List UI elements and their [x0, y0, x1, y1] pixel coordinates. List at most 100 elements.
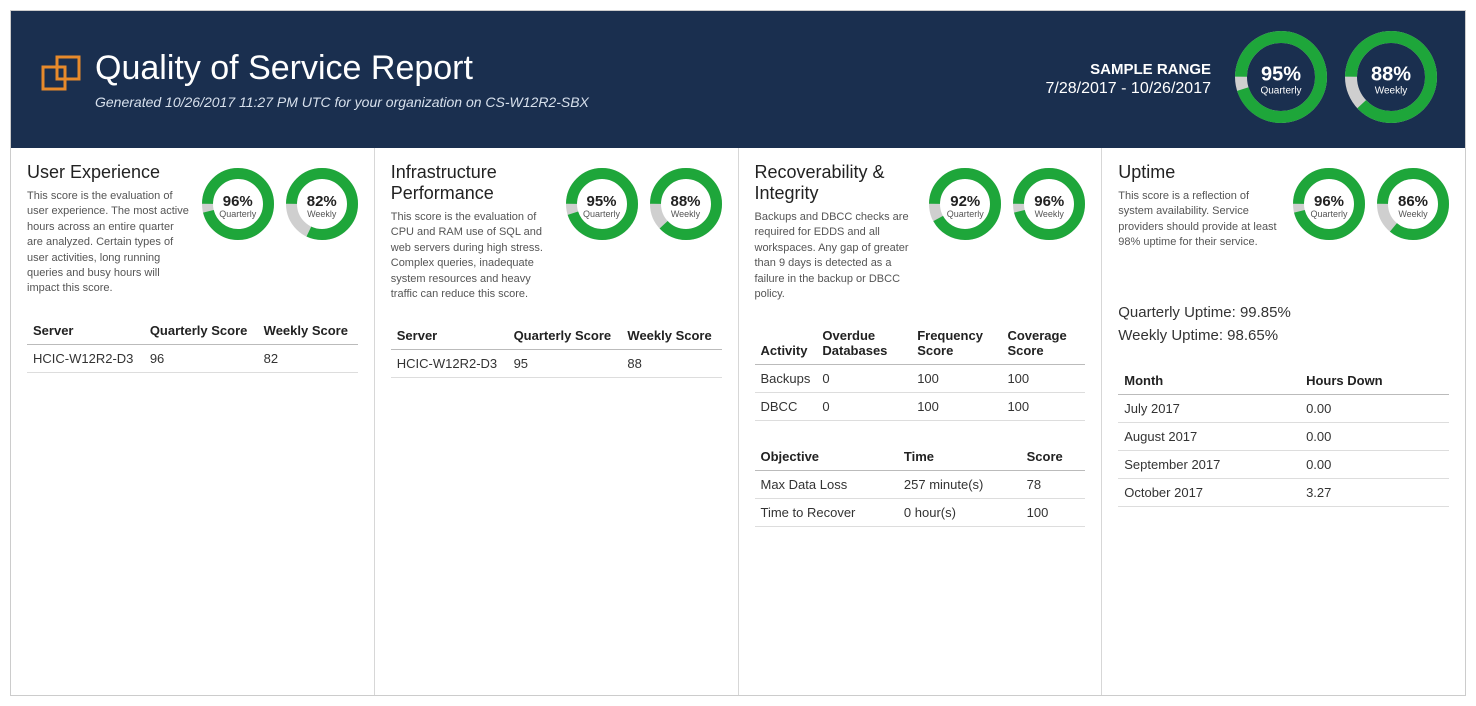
table-row: Max Data Loss 257 minute(s) 78 — [755, 471, 1086, 499]
header-quarterly-donut: 95% Quarterly — [1235, 31, 1327, 128]
donut-pct: 96% — [202, 193, 274, 210]
section-title: Uptime — [1118, 162, 1283, 183]
cell: 100 — [1001, 393, 1085, 421]
cell-quarterly: 96 — [144, 344, 258, 372]
table-row: DBCC 0 100 100 — [755, 393, 1086, 421]
cell: 3.27 — [1300, 479, 1449, 507]
table-row: HCIC-W12R2-D3 95 88 — [391, 350, 722, 378]
table-row: Backups 0 100 100 — [755, 365, 1086, 393]
section-title: Infrastructure Performance — [391, 162, 556, 204]
th-overdue: Overdue Databases — [816, 322, 911, 365]
uptime-summary: Quarterly Uptime: 99.85% Weekly Uptime: … — [1118, 302, 1449, 347]
logo-icon — [39, 53, 83, 97]
donut-pct: 88% — [1345, 63, 1437, 85]
report-body: User Experience This score is the evalua… — [11, 148, 1465, 695]
activity-table: Activity Overdue Databases Frequency Sco… — [755, 322, 1086, 421]
cell: 257 minute(s) — [898, 471, 1021, 499]
th-quarterly: Quarterly Score — [508, 322, 622, 350]
donut-pct: 82% — [286, 193, 358, 210]
table-row: September 20170.00 — [1118, 451, 1449, 479]
section-title: User Experience — [27, 162, 192, 183]
cell: 0.00 — [1300, 451, 1449, 479]
cell-server: HCIC-W12R2-D3 — [27, 344, 144, 372]
header-right: SAMPLE RANGE 7/28/2017 - 10/26/2017 95% … — [1046, 31, 1437, 128]
section-desc: This score is a reflection of system ava… — [1118, 189, 1283, 251]
donut-period: Weekly — [1345, 85, 1437, 96]
uptime-weekly-donut: 86%Weekly — [1377, 168, 1449, 245]
cell: 0 — [816, 393, 911, 421]
section-user-experience: User Experience This score is the evalua… — [11, 148, 375, 695]
sample-range-label: SAMPLE RANGE — [1046, 61, 1211, 78]
donut-period: Weekly — [1377, 210, 1449, 220]
infra-quarterly-donut: 95%Quarterly — [566, 168, 638, 245]
table-row: HCIC-W12R2-D3 96 82 — [27, 344, 358, 372]
section-uptime: Uptime This score is a reflection of sys… — [1102, 148, 1465, 695]
cell: DBCC — [755, 393, 817, 421]
header-titles: Quality of Service Report Generated 10/2… — [95, 49, 589, 110]
section-desc: Backups and DBCC checks are required for… — [755, 210, 920, 302]
th-frequency: Frequency Score — [911, 322, 1001, 365]
weekly-uptime-text: Weekly Uptime: 98.65% — [1118, 325, 1449, 348]
th-hours-down: Hours Down — [1300, 367, 1449, 395]
th-weekly: Weekly Score — [258, 317, 358, 345]
cell: Time to Recover — [755, 499, 898, 527]
th-score: Score — [1021, 443, 1086, 471]
uptime-quarterly-donut: 96%Quarterly — [1293, 168, 1365, 245]
objective-table: Objective Time Score Max Data Loss 257 m… — [755, 443, 1086, 527]
donut-period: Quarterly — [566, 210, 638, 220]
donut-period: Weekly — [650, 210, 722, 220]
cell: August 2017 — [1118, 423, 1300, 451]
section-recoverability: Recoverability & Integrity Backups and D… — [739, 148, 1103, 695]
ux-weekly-donut: 82%Weekly — [286, 168, 358, 245]
infra-score-table: Server Quarterly Score Weekly Score HCIC… — [391, 322, 722, 378]
infra-weekly-donut: 88%Weekly — [650, 168, 722, 245]
th-server: Server — [27, 317, 144, 345]
th-quarterly: Quarterly Score — [144, 317, 258, 345]
donut-pct: 86% — [1377, 193, 1449, 210]
donut-label: 95% Quarterly — [1235, 63, 1327, 96]
recov-weekly-donut: 96%Weekly — [1013, 168, 1085, 245]
report-title: Quality of Service Report — [95, 49, 589, 88]
cell: Backups — [755, 365, 817, 393]
header-weekly-donut: 88% Weekly — [1345, 31, 1437, 128]
cell-server: HCIC-W12R2-D3 — [391, 350, 508, 378]
cell: Max Data Loss — [755, 471, 898, 499]
sample-range-dates: 7/28/2017 - 10/26/2017 — [1046, 80, 1211, 98]
uptime-table: Month Hours Down July 20170.00 August 20… — [1118, 367, 1449, 507]
donut-period: Quarterly — [1235, 85, 1327, 96]
table-row: July 20170.00 — [1118, 395, 1449, 423]
cell-weekly: 88 — [621, 350, 721, 378]
section-desc: This score is the evaluation of user exp… — [27, 189, 192, 297]
th-time: Time — [898, 443, 1021, 471]
cell: 100 — [1021, 499, 1086, 527]
cell: September 2017 — [1118, 451, 1300, 479]
donut-period: Quarterly — [1293, 210, 1365, 220]
cell-weekly: 82 — [258, 344, 358, 372]
donut-period: Quarterly — [202, 210, 274, 220]
cell: 78 — [1021, 471, 1086, 499]
donut-pct: 88% — [650, 193, 722, 210]
cell: July 2017 — [1118, 395, 1300, 423]
table-row: Time to Recover 0 hour(s) 100 — [755, 499, 1086, 527]
cell: 0 hour(s) — [898, 499, 1021, 527]
recov-quarterly-donut: 92%Quarterly — [929, 168, 1001, 245]
sample-range: SAMPLE RANGE 7/28/2017 - 10/26/2017 — [1046, 61, 1211, 98]
table-row: October 20173.27 — [1118, 479, 1449, 507]
cell: 100 — [911, 365, 1001, 393]
th-activity: Activity — [755, 322, 817, 365]
cell: October 2017 — [1118, 479, 1300, 507]
section-infrastructure: Infrastructure Performance This score is… — [375, 148, 739, 695]
report-container: Quality of Service Report Generated 10/2… — [10, 10, 1466, 696]
cell: 0.00 — [1300, 423, 1449, 451]
cell: 100 — [911, 393, 1001, 421]
header-left: Quality of Service Report Generated 10/2… — [39, 49, 589, 110]
section-title: Recoverability & Integrity — [755, 162, 920, 204]
donut-label: 88% Weekly — [1345, 63, 1437, 96]
donut-period: Quarterly — [929, 210, 1001, 220]
donut-pct: 96% — [1293, 193, 1365, 210]
cell: 0.00 — [1300, 395, 1449, 423]
ux-quarterly-donut: 96%Quarterly — [202, 168, 274, 245]
cell: 0 — [816, 365, 911, 393]
donut-pct: 92% — [929, 193, 1001, 210]
report-subtitle: Generated 10/26/2017 11:27 PM UTC for yo… — [95, 94, 589, 110]
